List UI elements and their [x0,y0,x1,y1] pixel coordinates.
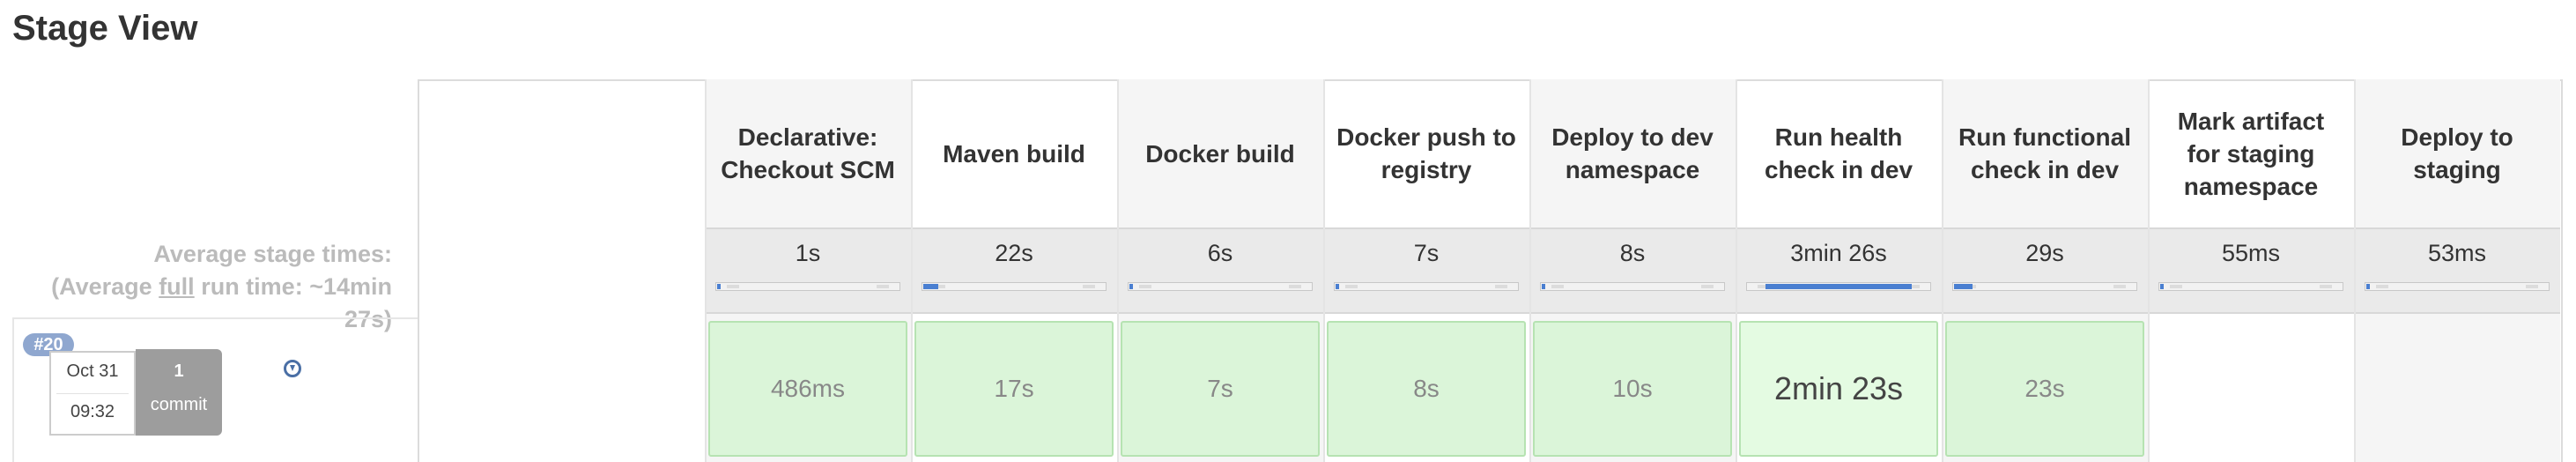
stage-column: Run functional check in dev 29s 23s [1942,79,2148,462]
stage-header: Deploy to staging [2401,123,2513,183]
stage-average-time: 22s [995,240,1033,266]
column-divider [1529,79,1531,462]
progress-tick [2113,285,2126,288]
stage-header: Run health check in dev [1764,123,1913,183]
stage-result-cell[interactable]: 10s [1533,321,1732,457]
progress-tick [1139,285,1151,288]
stage-average: 7s [1323,227,1529,314]
stage-progress-bar [1128,282,1313,291]
progress-tick [877,285,889,288]
stage-progress-fill [1129,284,1133,289]
stage-header: Deploy to dev namespace [1551,123,1714,183]
stage-progress-bar [1334,282,1519,291]
stage-column: Deploy to staging 53ms [2354,79,2560,462]
stage-progress-fill [1336,284,1339,289]
column-divider [1117,79,1119,462]
stage-progress-fill [2366,284,2370,289]
stage-average: 55ms [2148,227,2354,314]
stage-progress-bar [2365,282,2550,291]
stage-header: Mark artifact for staging namespace [2177,107,2325,200]
build-date-day: Oct 31 [66,361,119,381]
stage-header: Docker push to registry [1336,123,1516,183]
stage-result-cell[interactable]: 17s [914,321,1114,457]
column-divider [1942,79,1943,462]
stage-column: Mark artifact for staging namespace 55ms [2148,79,2354,462]
stage-average: 22s [911,227,1117,314]
stage-average: 8s [1529,227,1736,314]
column-divider [1736,79,1737,462]
stage-column: Maven build 22s 17s [911,79,1117,462]
stage-average-time: 29s [2025,240,2064,266]
commit-badge[interactable]: 1 commit [136,349,222,436]
stage-column: Docker push to registry 7s 8s [1323,79,1529,462]
stage-header: Declarative: Checkout SCM [721,123,895,183]
stage-column: Declarative: Checkout SCM 1s 486ms [705,79,911,462]
stage-column: Deploy to dev namespace 8s 10s [1529,79,1736,462]
progress-tick [1495,285,1507,288]
column-divider [705,79,707,462]
column-divider [1323,79,1325,462]
stage-progress-fill [923,284,938,289]
stage-result-cell[interactable]: 2min 23s [1739,321,1938,457]
stage-average-time: 6s [1207,240,1233,266]
stage-result-cell[interactable]: 23s [1945,321,2144,457]
progress-tick [2376,285,2388,288]
stage-progress-bar [2158,282,2343,291]
page-title: Stage View [12,9,198,48]
commit-label: commit [150,395,208,414]
stage-progress-bar [1746,282,1931,291]
stage-average-time: 55ms [2221,240,2281,266]
build-date-time: 09:32 [70,402,115,421]
stage-header: Maven build [943,139,1085,168]
progress-tick [1289,285,1301,288]
stage-average-time: 8s [1619,240,1646,266]
stage-average-time: 3min 26s [1790,240,1887,266]
build-date: Oct 31 09:32 [49,351,136,436]
stage-average: 53ms [2354,227,2560,314]
column-divider [911,79,913,462]
average-line-2: (Average full run time: ~14min [51,273,392,300]
download-info-icon[interactable] [284,360,301,377]
stage-result-cell[interactable]: 7s [1121,321,1320,457]
stage-average: 1s [705,227,911,314]
stage-progress-bar [1540,282,1725,291]
date-separator [56,393,129,394]
stage-header: Docker build [1145,139,1295,168]
stage-average: 29s [1942,227,2148,314]
column-divider [2354,79,2356,462]
stage-progress-bar [715,282,900,291]
stage-progress-fill [717,284,721,289]
stage-average-time: 1s [795,240,821,266]
stage-average: 6s [1117,227,1323,314]
stage-header: Run functional check in dev [1958,123,2131,183]
stage-average: 3min 26s [1736,227,1942,314]
column-divider [2148,79,2150,462]
stage-progress-fill [1954,284,1973,289]
stage-column: Run health check in dev 3min 26s 2min 23s [1736,79,1942,462]
progress-tick [1551,285,1564,288]
stage-progress-fill [1765,284,1912,289]
stage-column: Docker build 6s 7s [1117,79,1323,462]
stage-result-cell[interactable]: 8s [1327,321,1526,457]
progress-tick [2526,285,2538,288]
progress-tick [2170,285,2182,288]
stage-progress-bar [1952,282,2137,291]
progress-tick [1083,285,1095,288]
full-run-link[interactable]: full [159,273,195,300]
progress-tick [1701,285,1714,288]
progress-tick [2320,285,2332,288]
commit-count: 1 [174,361,184,381]
stage-progress-bar [922,282,1107,291]
stage-progress-fill [1542,284,1545,289]
average-line-1: Average stage times: [153,241,392,267]
stage-average-time: 7s [1413,240,1440,266]
stage-progress-fill [2160,284,2164,289]
progress-tick [1345,285,1358,288]
stage-result-cell[interactable]: 486ms [708,321,907,457]
stage-average-time: 53ms [2427,240,2487,266]
progress-tick [727,285,739,288]
